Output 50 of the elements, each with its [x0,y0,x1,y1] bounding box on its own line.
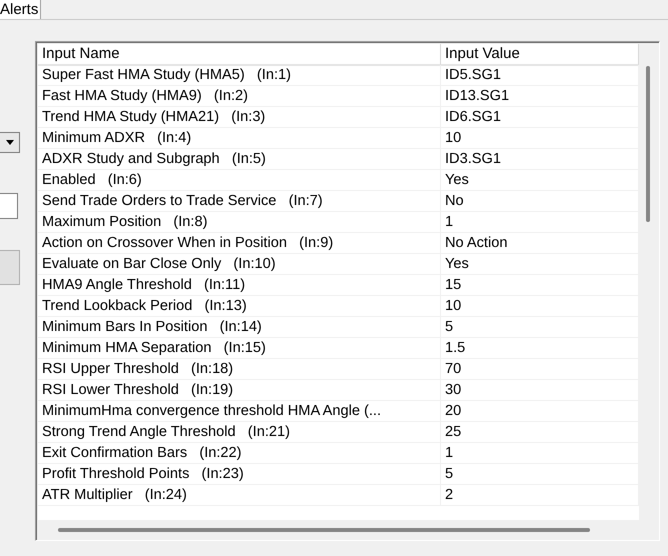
input-value-cell: 25 [441,422,639,443]
input-name-cell: ATR Multiplier (In:24) [38,485,441,506]
input-name-cell: Exit Confirmation Bars (In:22) [38,443,441,464]
input-value-cell: No [441,191,639,212]
input-name-cell: Minimum Bars In Position (In:14) [38,317,441,338]
input-value-cell: 1 [441,212,639,233]
input-name-cell: ADXR Study and Subgraph (In:5) [38,149,441,170]
input-value-cell: 1 [441,443,639,464]
input-value-cell: 15 [441,275,639,296]
input-value-cell: 10 [441,128,639,149]
vertical-scrollbar-thumb[interactable] [646,66,650,222]
input-value-cell: ID5.SG1 [441,65,639,86]
input-name-cell: Minimum ADXR (In:4) [38,128,441,149]
caret-icon [6,140,14,145]
column-header[interactable]: Input Name [38,44,441,66]
input-name-cell: Fast HMA Study (HMA9) (In:2) [38,86,441,107]
input-name-cell: HMA9 Angle Threshold (In:11) [38,275,441,296]
input-value-cell: ID13.SG1 [441,86,639,107]
input-name-cell: Minimum HMA Separation (In:15) [38,338,441,359]
input-name-cell: Enabled (In:6) [38,170,441,191]
horizontal-scrollbar-thumb[interactable] [58,528,590,532]
column-header[interactable]: Input Value [441,44,639,66]
input-value-cell: Yes [441,254,639,275]
tab[interactable]: Alerts [0,0,42,19]
input-value-cell: 5 [441,464,639,485]
input-name-cell: RSI Lower Threshold (In:19) [38,380,441,401]
input-name-cell: RSI Upper Threshold (In:18) [38,359,441,380]
input-name-cell: Trend Lookback Period (In:13) [38,296,441,317]
input-name-cell: Strong Trend Angle Threshold (In:21) [38,422,441,443]
input-value-cell: No Action [441,233,639,254]
input-value-cell: 70 [441,359,639,380]
input-name-cell: Action on Crossover When in Position (In:9) [38,233,441,254]
input-name-cell: MinimumHma convergence threshold HMA Angle (... [38,401,441,422]
input-field[interactable] [0,193,18,219]
input-value-cell: 5 [441,317,639,338]
button[interactable] [0,250,20,285]
input-value-cell: 2 [441,485,639,506]
input-value-cell: 30 [441,380,639,401]
input-name-cell: Evaluate on Bar Close Only (In:10) [38,254,441,275]
input-value-cell: ID3.SG1 [441,149,639,170]
input-name-cell: Super Fast HMA Study (HMA5) (In:1) [38,65,441,86]
input-name-cell: Trend HMA Study (HMA21) (In:3) [38,107,441,128]
input-name-cell: Profit Threshold Points (In:23) [38,464,441,485]
input-value-cell: 20 [441,401,639,422]
input-value-cell: Yes [441,170,639,191]
input-value-cell: 1.5 [441,338,639,359]
input-value-cell: 10 [441,296,639,317]
input-name-cell: Maximum Position (In:8) [38,212,441,233]
input-name-cell: Send Trade Orders to Trade Service (In:7) [38,191,441,212]
input-value-cell: ID6.SG1 [441,107,639,128]
